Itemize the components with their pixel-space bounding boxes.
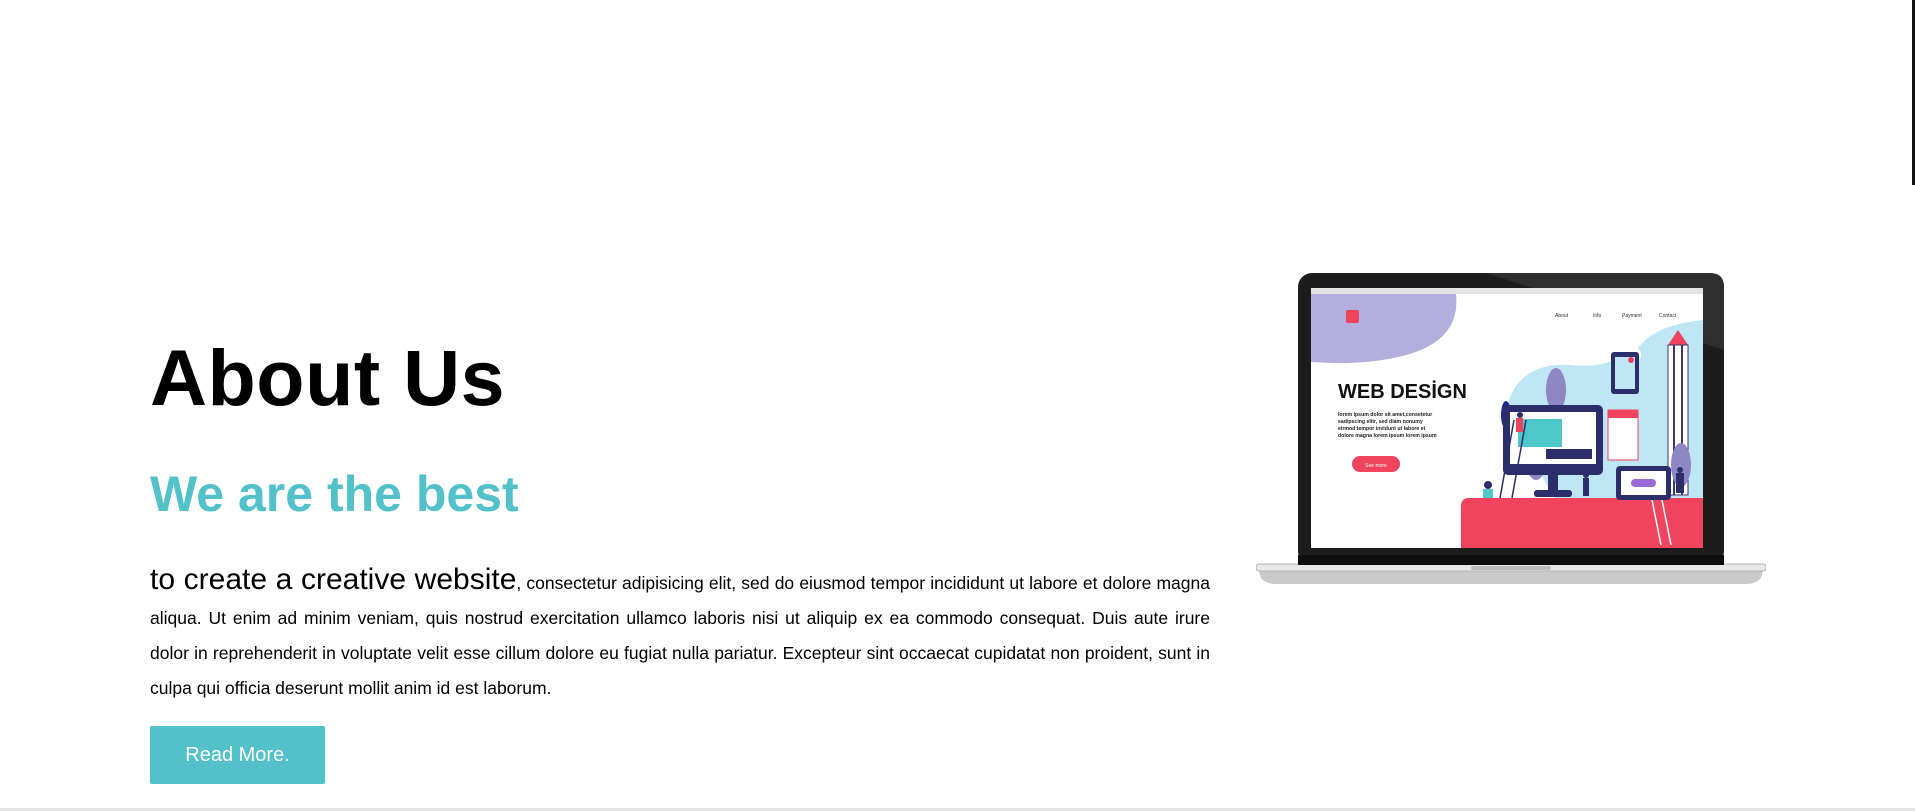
laptop-notch <box>1471 566 1551 570</box>
monitor-image <box>1518 419 1562 447</box>
screen-see-more-label: See more <box>1365 463 1387 469</box>
screen-nav-info: Info <box>1593 313 1602 319</box>
screen-text-line: dolore magna lorem ipsum lorem ipsum <box>1338 433 1437 439</box>
screen-nav-contact: Contact <box>1659 313 1677 319</box>
logo-square <box>1346 310 1359 323</box>
monitor-stand <box>1548 475 1558 491</box>
screen-text-line: eirmod tempor invidunt ut labore et <box>1338 426 1426 432</box>
laptop-hinge <box>1298 555 1724 565</box>
screen-headline: WEB DESİGN <box>1338 380 1467 403</box>
about-page: About Us We are the best to create a cre… <box>0 0 1915 811</box>
screen-nav-about: About <box>1555 313 1569 319</box>
monitor-bar <box>1546 449 1592 459</box>
browser-bar <box>1311 288 1703 294</box>
person-figure <box>1583 472 1589 478</box>
about-subtitle: We are the best <box>150 466 519 522</box>
screen-text-line: sadipscing elitr, sed diam nonumy <box>1338 419 1423 425</box>
person-figure <box>1628 357 1634 363</box>
read-more-button[interactable]: Read More. <box>150 726 325 784</box>
laptop-illustration: About Info Payment Contact WEB DESİGN lo… <box>1256 273 1766 584</box>
screen-text-line: lorem ipsum dolor sit amet,consetetur <box>1338 412 1432 418</box>
about-lead-text: to create a creative website <box>150 563 517 596</box>
page-title: About Us <box>150 333 506 422</box>
about-paragraph: to create a creative website, consectetu… <box>150 562 1210 706</box>
person-figure <box>1677 467 1683 473</box>
about-section: About Us We are the best to create a cre… <box>150 330 1210 784</box>
person-figure <box>1517 412 1523 418</box>
person-figure <box>1484 481 1492 489</box>
monitor-foot <box>1534 490 1572 497</box>
screen-nav-payment: Payment <box>1622 313 1642 319</box>
